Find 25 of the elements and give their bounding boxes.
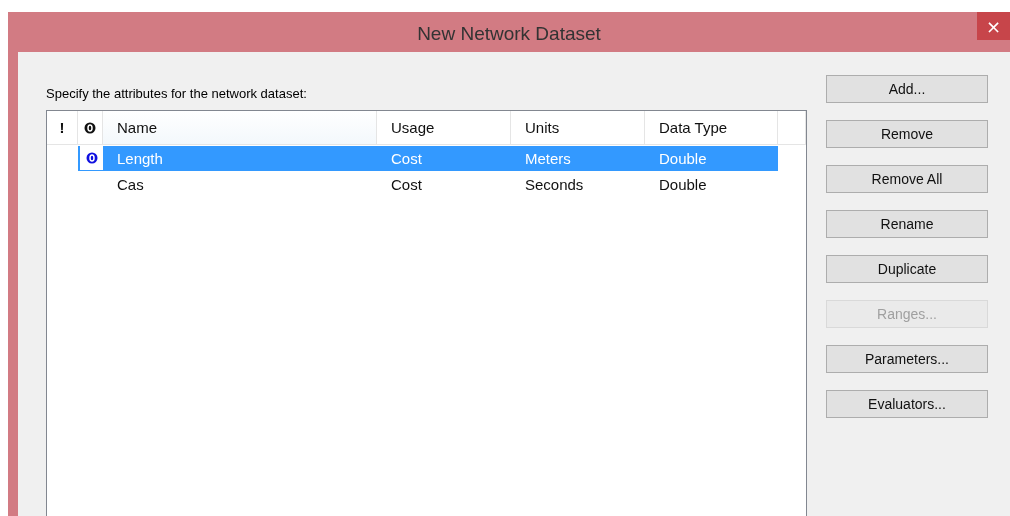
table-cell-text: Cost	[390, 149, 423, 169]
dialog-button[interactable]: Parameters...	[826, 345, 988, 373]
table-row[interactable]: Cas Cost Seconds Double	[103, 172, 778, 197]
table-cell-text: Double	[658, 175, 708, 195]
table-cell-text: Double	[658, 149, 708, 169]
table-cell-text: Cost	[390, 175, 423, 195]
column-header[interactable]: Data Type	[645, 111, 778, 144]
close-button[interactable]: ×	[977, 12, 1010, 40]
dialog-button[interactable]: Duplicate	[826, 255, 988, 283]
dialog-button[interactable]: Rename	[826, 210, 988, 238]
table-cell-text: Length	[116, 149, 164, 169]
instruction-text: Specify the attributes for the network dataset:	[46, 86, 308, 103]
dialog-button[interactable]: Remove All	[826, 165, 988, 193]
table-cell-text: Seconds	[524, 175, 585, 195]
default-marker-icon	[84, 121, 96, 134]
table-cell-text: Meters	[524, 149, 572, 169]
column-header[interactable]: Name	[103, 111, 377, 144]
dialog-button[interactable]: Remove	[826, 120, 988, 148]
column-header[interactable]: Units	[511, 111, 645, 144]
column-header[interactable]: Usage	[377, 111, 511, 144]
table-cell-text: Cas	[116, 175, 145, 195]
dialog-button[interactable]: Add...	[826, 75, 988, 103]
column-header[interactable]: !	[59, 119, 65, 136]
dialog-button[interactable]: Evaluators...	[826, 390, 988, 418]
window-title: New Network Dataset	[417, 22, 601, 45]
